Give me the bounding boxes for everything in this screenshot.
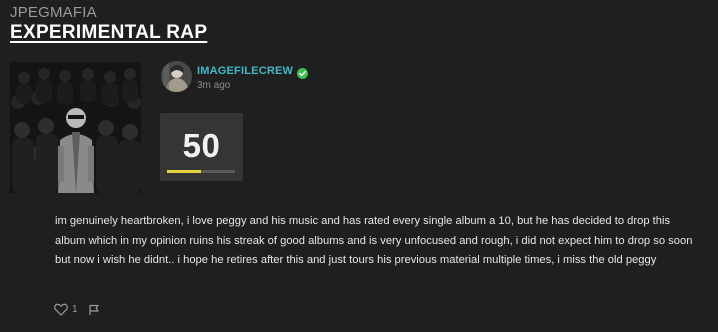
avatar-art: [161, 61, 192, 92]
like-button[interactable]: 1: [54, 303, 78, 316]
artist-name: JPEGMAFIA: [10, 4, 97, 21]
heart-icon: [54, 303, 68, 316]
score-bar-fill: [167, 170, 201, 173]
score-bar: [167, 170, 235, 173]
report-button[interactable]: [88, 304, 100, 316]
review-body-text: im genuinely heartbroken, i love peggy a…: [55, 215, 693, 266]
review-actions: 1: [54, 303, 100, 316]
score-value: 50: [182, 127, 221, 164]
album-title-link[interactable]: EXPERIMENTAL RAP: [10, 22, 207, 44]
review-card: JPEGMAFIA EXPERIMENTAL RAP IMAGEFILECREW…: [0, 0, 718, 332]
username-link[interactable]: IMAGEFILECREW: [197, 65, 293, 77]
user-avatar-image[interactable]: [161, 61, 192, 92]
flag-icon: [88, 304, 99, 315]
author-meta: IMAGEFILECREW 3m ago: [197, 61, 309, 91]
author-name-line: IMAGEFILECREW: [197, 65, 309, 79]
album-cover-image[interactable]: [10, 62, 141, 193]
review-author: IMAGEFILECREW 3m ago: [161, 61, 309, 93]
verified-check-icon: [297, 66, 309, 79]
like-count: 1: [72, 304, 78, 315]
review-timestamp: 3m ago: [197, 80, 231, 91]
album-cover-art: [10, 62, 141, 193]
score-badge: 50: [160, 113, 243, 181]
